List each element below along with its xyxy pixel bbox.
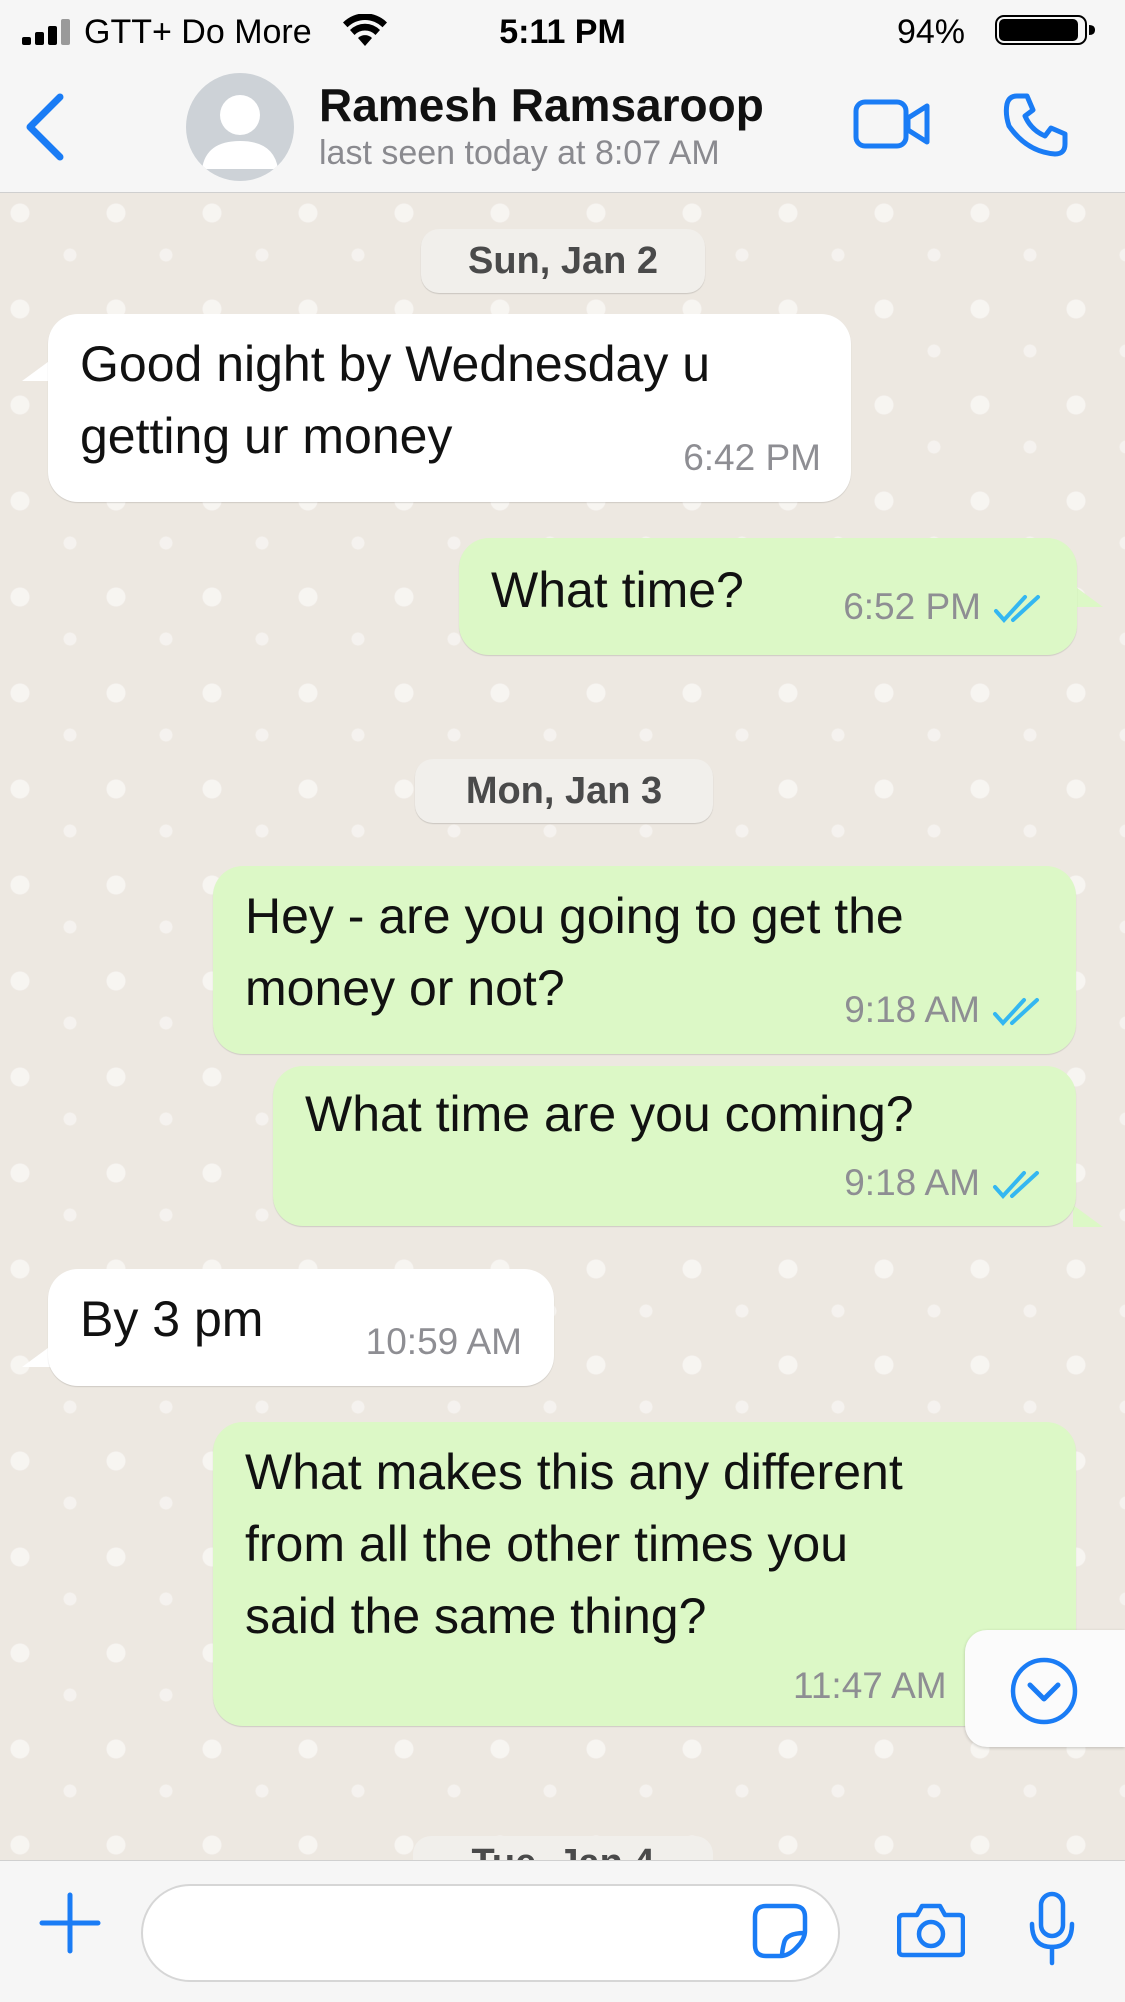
message-text: Hey - are you going to get the money or … xyxy=(245,888,904,1016)
message-text: Good night by Wednesday u getting ur mon… xyxy=(80,336,711,464)
input-bar xyxy=(0,1860,1125,2002)
chat-header: Ramesh Ramsaroop last seen today at 8:07… xyxy=(0,62,1125,193)
avatar[interactable] xyxy=(186,73,294,181)
bubble-tail xyxy=(1073,585,1103,607)
last-seen-status: last seen today at 8:07 AM xyxy=(319,134,720,172)
battery-percentage: 94% xyxy=(896,13,965,51)
message-bubble-outgoing[interactable]: Hey - are you going to get the money or … xyxy=(213,866,1076,1054)
message-time: 9:18 AM xyxy=(844,989,980,1030)
battery-icon xyxy=(995,15,1095,45)
camera-icon[interactable] xyxy=(897,1901,965,1959)
message-time: 6:52 PM xyxy=(843,586,981,627)
read-receipt-icon xyxy=(993,1171,1039,1199)
message-bubble-outgoing[interactable]: What makes this any different from all t… xyxy=(213,1422,1076,1726)
status-bar: GTT+ Do More 5:11 PM 94% xyxy=(0,0,1125,62)
read-receipt-icon xyxy=(994,595,1040,623)
chat-area[interactable]: Sun, Jan 2 Good night by Wednesday u get… xyxy=(0,193,1125,1860)
phone-icon[interactable] xyxy=(1003,92,1069,158)
chevron-left-icon[interactable] xyxy=(20,92,70,162)
message-bubble-outgoing[interactable]: What time? 6:52 PM xyxy=(459,538,1077,655)
message-bubble-incoming[interactable]: By 3 pm 10:59 AM xyxy=(48,1269,554,1386)
message-input[interactable] xyxy=(141,1884,840,1982)
message-text: What time are you coming? xyxy=(305,1086,914,1142)
message-time: 10:59 AM xyxy=(365,1321,522,1362)
plus-icon[interactable] xyxy=(38,1891,102,1955)
message-text: By 3 pm xyxy=(80,1291,264,1347)
message-time: 9:18 AM xyxy=(844,1162,980,1203)
date-separator: Sun, Jan 2 xyxy=(421,229,705,293)
message-text: What makes this any different from all t… xyxy=(245,1444,903,1644)
bubble-tail xyxy=(1073,1205,1103,1227)
read-receipt-icon xyxy=(993,998,1039,1026)
person-icon xyxy=(202,95,278,169)
contact-name[interactable]: Ramesh Ramsaroop xyxy=(319,78,764,132)
chevron-down-circle-icon xyxy=(1010,1657,1078,1725)
date-separator: Mon, Jan 3 xyxy=(415,759,713,823)
sticker-icon[interactable] xyxy=(752,1903,808,1959)
message-time: 11:47 AM xyxy=(793,1665,947,1706)
message-text: What time? xyxy=(491,562,744,618)
message-bubble-outgoing[interactable]: What time are you coming? 9:18 AM xyxy=(273,1066,1076,1226)
video-camera-icon[interactable] xyxy=(853,98,931,150)
message-time: 6:42 PM xyxy=(683,437,821,478)
scroll-to-bottom-button[interactable] xyxy=(965,1630,1125,1747)
message-bubble-incoming[interactable]: Good night by Wednesday u getting ur mon… xyxy=(48,314,851,502)
date-separator: Tue, Jan 4 xyxy=(413,1836,713,1860)
microphone-icon[interactable] xyxy=(1027,1891,1077,1967)
